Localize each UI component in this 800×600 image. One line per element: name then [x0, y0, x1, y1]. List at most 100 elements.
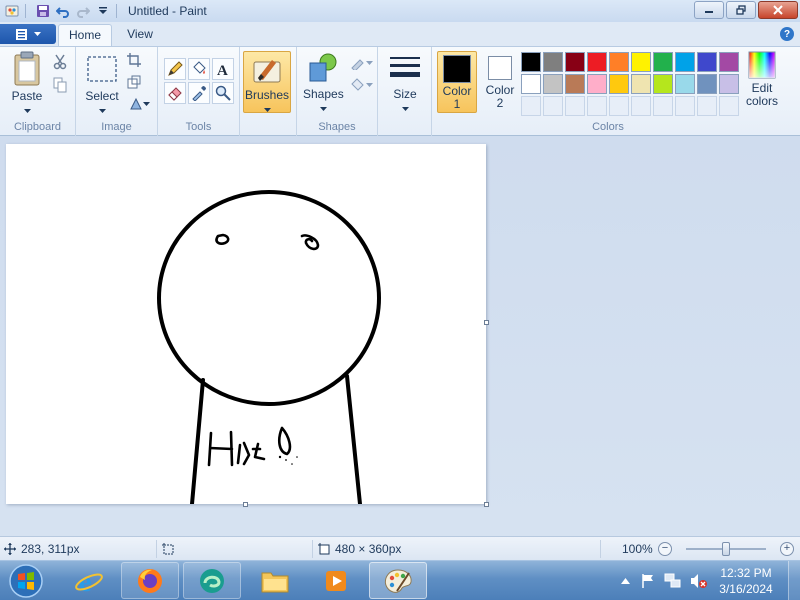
palette-swatch-empty[interactable]	[697, 96, 717, 116]
cut-button[interactable]	[50, 52, 70, 72]
shapes-button[interactable]: Shapes	[303, 51, 344, 115]
palette-swatch-empty[interactable]	[565, 96, 585, 116]
palette-swatch-empty[interactable]	[631, 96, 651, 116]
eraser-tool[interactable]	[164, 82, 186, 104]
palette-swatch[interactable]	[565, 52, 585, 72]
palette-swatch[interactable]	[631, 52, 651, 72]
taskbar-paint[interactable]	[369, 562, 427, 599]
palette-swatch[interactable]	[653, 52, 673, 72]
volume-muted-icon[interactable]	[690, 572, 708, 590]
paint-app-icon[interactable]	[4, 3, 20, 19]
restore-button[interactable]	[726, 1, 756, 19]
palette-swatch[interactable]	[587, 74, 607, 94]
palette-swatch[interactable]	[675, 74, 695, 94]
tab-view[interactable]: View	[114, 24, 166, 46]
close-button[interactable]	[758, 1, 798, 19]
pencil-icon	[168, 61, 183, 76]
zoom-in-button[interactable]: +	[780, 542, 794, 556]
action-center-flag-icon[interactable]	[640, 573, 656, 589]
palette-swatch-empty[interactable]	[653, 96, 673, 116]
color-picker-tool[interactable]	[188, 82, 210, 104]
zoom-slider-thumb[interactable]	[722, 542, 730, 556]
minimize-button[interactable]	[694, 1, 724, 19]
copy-button[interactable]	[50, 75, 70, 95]
brush-icon	[253, 60, 281, 83]
size-button[interactable]: Size	[386, 51, 424, 115]
edit-colors-button[interactable]: Edit colors	[743, 51, 781, 113]
scribble-text	[207, 426, 292, 467]
palette-swatch[interactable]	[675, 52, 695, 72]
magnifier-tool[interactable]	[212, 82, 234, 104]
help-icon[interactable]: ?	[780, 27, 794, 41]
line-size-icon	[390, 57, 420, 77]
paste-icon	[14, 51, 40, 86]
palette-swatch[interactable]	[543, 52, 563, 72]
color2-button[interactable]: Color 2	[481, 51, 519, 113]
palette-swatch[interactable]	[543, 74, 563, 94]
palette-swatch-empty[interactable]	[609, 96, 629, 116]
paste-label: Paste	[11, 89, 43, 103]
start-button[interactable]	[6, 563, 46, 599]
paste-button[interactable]: Paste	[6, 51, 48, 117]
text-icon: A	[217, 63, 228, 77]
crop-button[interactable]	[124, 50, 144, 70]
eyedropper-icon	[192, 86, 206, 101]
palette-swatch[interactable]	[609, 74, 629, 94]
brushes-button[interactable]: Brushes	[243, 51, 291, 113]
palette-swatch[interactable]	[609, 52, 629, 72]
palette-swatch[interactable]	[719, 52, 739, 72]
file-menu-button[interactable]	[0, 24, 56, 44]
taskbar-media-player[interactable]	[307, 562, 365, 599]
palette-swatch[interactable]	[697, 52, 717, 72]
outline-button[interactable]	[347, 53, 375, 73]
network-icon[interactable]	[664, 572, 682, 590]
palette-swatch[interactable]	[521, 52, 541, 72]
fill-tool[interactable]	[188, 58, 210, 80]
palette-swatch-empty[interactable]	[675, 96, 695, 116]
palette-swatch-empty[interactable]	[521, 96, 541, 116]
resize-handle-right[interactable]	[484, 320, 489, 325]
image-group-label: Image	[101, 121, 132, 133]
canvas-size-text: 480 × 360px	[335, 542, 402, 556]
palette-swatch[interactable]	[565, 74, 585, 94]
resize-icon	[127, 75, 141, 89]
taskbar-file-explorer[interactable]	[246, 562, 304, 599]
palette-swatch[interactable]	[631, 74, 651, 94]
taskbar-edge[interactable]	[183, 562, 241, 599]
scissors-icon	[53, 54, 67, 70]
text-tool[interactable]: A	[212, 58, 234, 80]
taskbar-firefox[interactable]	[121, 562, 179, 599]
color1-button[interactable]: Color 1	[437, 51, 477, 113]
palette-swatch[interactable]	[697, 74, 717, 94]
internet-explorer-icon: e	[75, 567, 103, 596]
palette-swatch-empty[interactable]	[543, 96, 563, 116]
shapes-label: Shapes	[303, 87, 344, 101]
resize-handle-corner[interactable]	[484, 502, 489, 507]
palette-swatch[interactable]	[521, 74, 541, 94]
edit-colors-label-2: colors	[745, 94, 778, 108]
drawing-canvas[interactable]	[6, 144, 486, 506]
tab-home[interactable]: Home	[58, 24, 112, 46]
color1-number: 1	[453, 97, 461, 111]
palette-swatch[interactable]	[719, 74, 739, 94]
palette-swatch-empty[interactable]	[719, 96, 739, 116]
customize-quick-access-icon[interactable]	[95, 3, 111, 19]
rotate-button[interactable]	[124, 94, 154, 114]
zoom-out-button[interactable]: −	[658, 542, 672, 556]
resize-button[interactable]	[124, 72, 144, 92]
palette-swatch[interactable]	[653, 74, 673, 94]
fill-button[interactable]	[347, 75, 375, 95]
paint-bucket-icon	[193, 61, 206, 74]
redo-icon[interactable]	[75, 3, 91, 19]
show-desktop-button[interactable]	[788, 561, 800, 600]
palette-swatch[interactable]	[587, 52, 607, 72]
show-hidden-icons-icon[interactable]	[621, 577, 630, 584]
undo-icon[interactable]	[55, 3, 71, 19]
resize-handle-bottom[interactable]	[243, 502, 248, 507]
select-button[interactable]: Select	[82, 51, 122, 117]
palette-swatch-empty[interactable]	[587, 96, 607, 116]
taskbar-clock[interactable]: 12:32 PM 3/16/2024	[716, 565, 776, 597]
pencil-tool[interactable]	[164, 58, 186, 80]
taskbar-internet-explorer[interactable]: e	[60, 562, 118, 599]
save-icon[interactable]	[35, 3, 51, 19]
